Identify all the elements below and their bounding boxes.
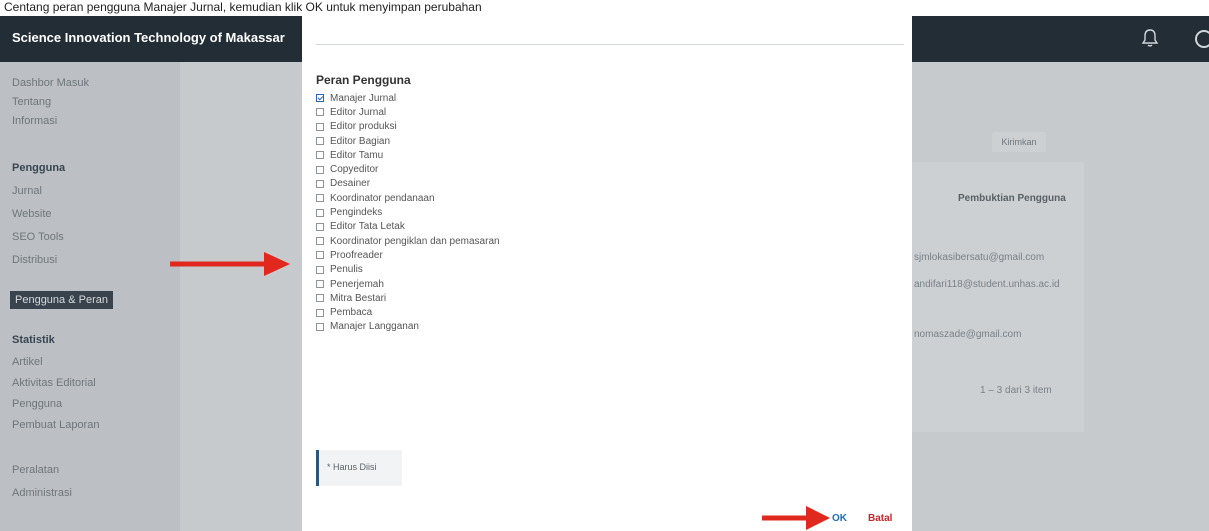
role-label: Pengindeks: [330, 207, 383, 219]
role-label: Pembaca: [330, 307, 373, 319]
role-label: Penerjemah: [330, 278, 384, 290]
role-option[interactable]: Penerjemah: [316, 277, 500, 291]
role-option[interactable]: Pembaca: [316, 305, 500, 319]
role-option[interactable]: Penulis: [316, 263, 500, 277]
role-option[interactable]: Editor Tamu: [316, 148, 500, 162]
role-option[interactable]: Manajer Langganan: [316, 320, 500, 334]
site-title: Science Innovation Technology of Makassa…: [12, 30, 285, 45]
role-option[interactable]: Mitra Bestari: [316, 291, 500, 305]
required-note: * Harus Diisi: [316, 450, 402, 486]
role-label: Manajer Langganan: [330, 321, 419, 333]
role-label: Desainer: [330, 178, 371, 190]
bell-icon[interactable]: [1141, 28, 1159, 48]
role-option[interactable]: Manajer Jurnal: [316, 91, 500, 105]
ok-button[interactable]: OK: [832, 513, 847, 524]
checkbox-icon[interactable]: [316, 222, 324, 231]
instruction-text: Centang peran pengguna Manajer Jurnal, k…: [4, 0, 482, 14]
role-label: Manajer Jurnal: [330, 92, 397, 104]
checkbox-icon[interactable]: [316, 151, 324, 160]
checkbox-icon[interactable]: [316, 165, 324, 174]
edit-user-roles-modal: Peran Pengguna Manajer Jurnal Editor Jurn…: [302, 16, 912, 531]
checkbox-icon[interactable]: [316, 265, 324, 274]
modal-divider: [316, 44, 904, 45]
user-avatar[interactable]: [1195, 30, 1209, 48]
role-option[interactable]: Editor produksi: [316, 120, 500, 134]
role-option[interactable]: Koordinator pendanaan: [316, 191, 500, 205]
role-option[interactable]: Copyeditor: [316, 162, 500, 176]
roles-section-label: Peran Pengguna: [316, 73, 411, 87]
checkbox-icon[interactable]: [316, 251, 324, 260]
checkbox-checked-icon[interactable]: [316, 94, 324, 103]
role-label: Editor Bagian: [330, 135, 391, 147]
arrow-right-icon: [762, 506, 830, 530]
role-option[interactable]: Proofreader: [316, 248, 500, 262]
roles-list: Manajer Jurnal Editor Jurnal Editor produk…: [316, 91, 500, 334]
role-label: Proofreader: [330, 249, 383, 261]
checkbox-icon[interactable]: [316, 137, 324, 146]
role-option[interactable]: Koordinator pengiklan dan pemasaran: [316, 234, 500, 248]
role-label: Koordinator pengiklan dan pemasaran: [330, 235, 500, 247]
role-label: Penulis: [330, 264, 363, 276]
role-option[interactable]: Editor Bagian: [316, 134, 500, 148]
role-option[interactable]: Pengindeks: [316, 205, 500, 219]
checkbox-icon[interactable]: [316, 322, 324, 331]
checkbox-icon[interactable]: [316, 179, 324, 188]
role-label: Copyeditor: [330, 164, 379, 176]
checkbox-icon[interactable]: [316, 294, 324, 303]
role-label: Editor Tata Letak: [330, 221, 405, 233]
role-option[interactable]: Editor Jurnal: [316, 105, 500, 119]
checkbox-icon[interactable]: [316, 237, 324, 246]
role-option[interactable]: Desainer: [316, 177, 500, 191]
checkbox-icon[interactable]: [316, 308, 324, 317]
role-label: Mitra Bestari: [330, 292, 387, 304]
cancel-link[interactable]: Batal: [868, 513, 892, 524]
role-label: Editor produksi: [330, 121, 397, 133]
checkbox-icon[interactable]: [316, 108, 324, 117]
role-label: Editor Jurnal: [330, 106, 387, 118]
role-label: Koordinator pendanaan: [330, 192, 435, 204]
role-option[interactable]: Editor Tata Letak: [316, 220, 500, 234]
checkbox-icon[interactable]: [316, 208, 324, 217]
checkbox-icon[interactable]: [316, 194, 324, 203]
checkbox-icon[interactable]: [316, 122, 324, 131]
arrow-right-icon: [170, 252, 290, 276]
role-label: Editor Tamu: [330, 149, 384, 161]
instruction-banner: Centang peran pengguna Manajer Jurnal, k…: [0, 0, 1209, 16]
checkbox-icon[interactable]: [316, 280, 324, 288]
